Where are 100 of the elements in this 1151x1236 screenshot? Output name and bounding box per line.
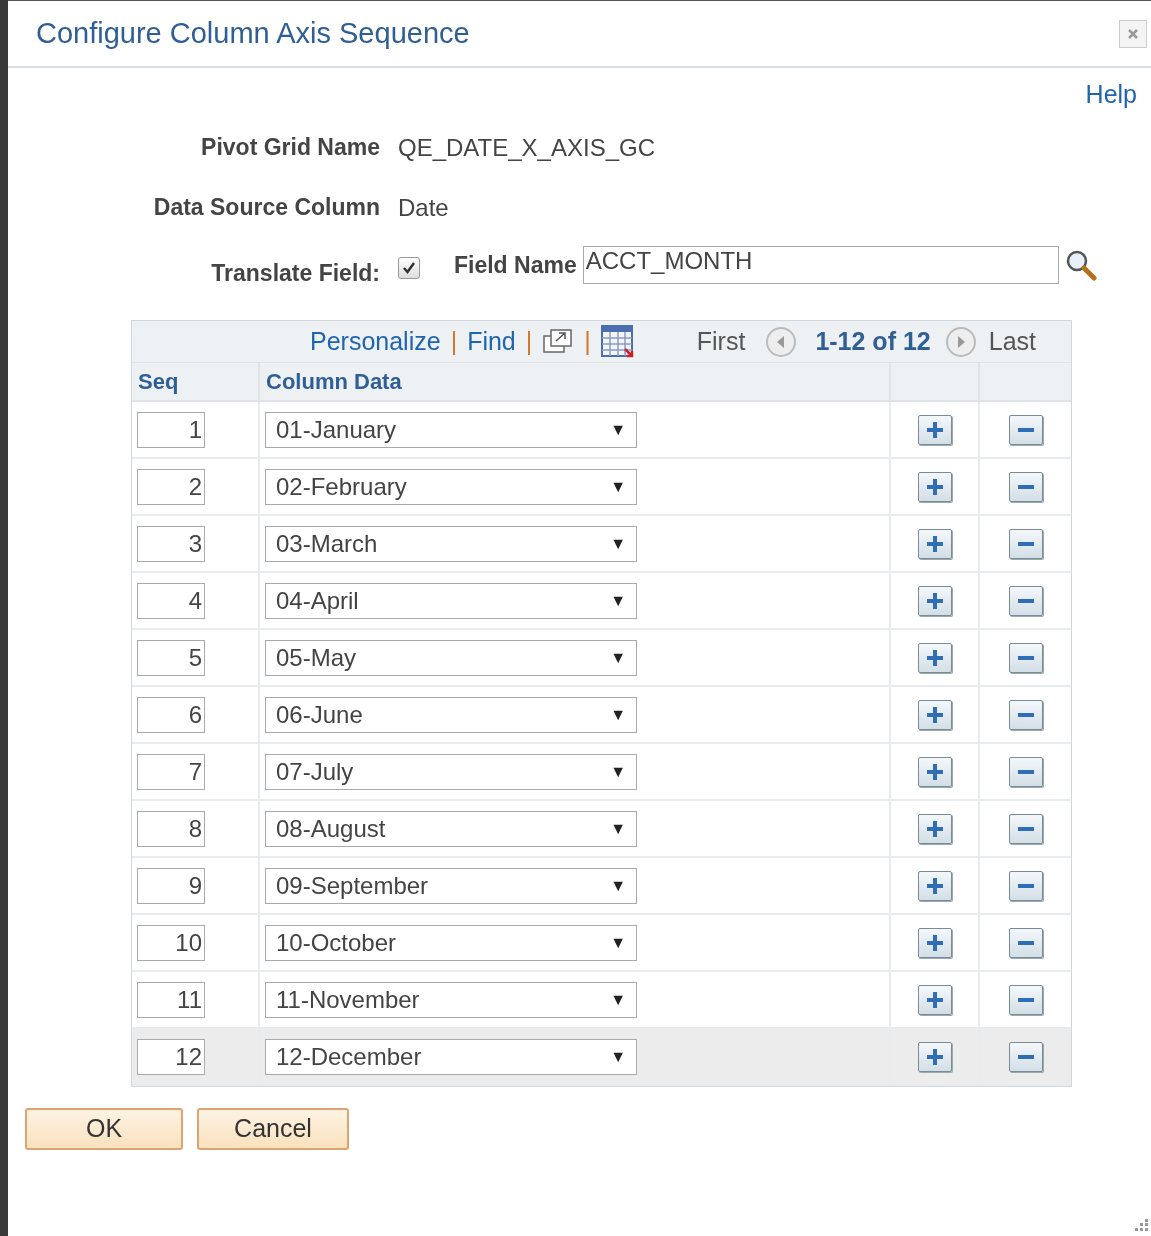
add-row-button[interactable] — [917, 870, 952, 901]
seq-input[interactable]: 5 — [137, 639, 205, 676]
checkmark-icon — [402, 260, 416, 275]
column-data-dropdown[interactable]: 09-September ▼ — [265, 867, 637, 904]
dialog-title: Configure Column Axis Sequence — [36, 15, 470, 51]
table-row[interactable]: 1 01-January ▼ — [132, 402, 1071, 459]
seq-input[interactable]: 9 — [137, 867, 205, 904]
field-label: Pivot Grid Name — [200, 133, 380, 163]
minus-icon — [1016, 768, 1035, 775]
help-link[interactable]: Help — [1085, 76, 1137, 114]
seq-input[interactable]: 3 — [137, 525, 205, 562]
minus-icon — [1016, 597, 1035, 604]
add-row-button[interactable] — [917, 528, 952, 559]
table-row[interactable]: 10 10-October ▼ — [132, 915, 1071, 972]
delete-row-button[interactable] — [1008, 984, 1043, 1015]
add-row-button[interactable] — [917, 1041, 952, 1072]
delete-row-button[interactable] — [1008, 585, 1043, 616]
seq-input[interactable]: 4 — [137, 582, 205, 619]
plus-icon — [925, 762, 944, 781]
personalize-link[interactable]: Personalize — [310, 322, 441, 361]
column-header: Seq — [138, 368, 179, 396]
new-window-icon[interactable] — [542, 327, 575, 356]
close-icon — [1127, 27, 1139, 40]
delete-row-button[interactable] — [1008, 471, 1043, 502]
ok-button[interactable]: OK — [25, 1108, 183, 1150]
column-data-dropdown[interactable]: 06-June ▼ — [265, 696, 637, 733]
delete-row-button[interactable] — [1008, 870, 1043, 901]
column-data-dropdown[interactable]: 07-July ▼ — [265, 753, 637, 790]
column-data-dropdown[interactable]: 04-April ▼ — [265, 582, 637, 619]
table-row[interactable]: 3 03-March ▼ — [132, 516, 1071, 573]
plus-icon — [925, 876, 944, 895]
add-row-button[interactable] — [917, 471, 952, 502]
seq-input[interactable]: 8 — [137, 810, 205, 847]
minus-icon — [1016, 426, 1035, 433]
seq-input[interactable]: 6 — [137, 696, 205, 733]
seq-input[interactable]: 7 — [137, 753, 205, 790]
field-name-input[interactable]: ACCT_MONTH — [582, 245, 1059, 284]
column-data-dropdown[interactable]: 10-October ▼ — [265, 924, 637, 961]
column-data-dropdown[interactable]: 03-March ▼ — [265, 525, 637, 562]
close-button[interactable] — [1119, 19, 1147, 48]
plus-icon — [925, 1047, 944, 1066]
plus-icon — [925, 477, 944, 496]
column-data-dropdown[interactable]: 11-November ▼ — [265, 981, 637, 1018]
plus-icon — [925, 534, 944, 553]
field-value: QE_DATE_X_AXIS_GC — [398, 132, 656, 163]
plus-icon — [925, 705, 944, 724]
add-row-button[interactable] — [917, 813, 952, 844]
separator: | — [584, 325, 591, 357]
delete-row-button[interactable] — [1008, 414, 1043, 445]
translate-checkbox[interactable] — [398, 256, 420, 279]
column-data-dropdown[interactable]: 12-December ▼ — [265, 1038, 637, 1075]
add-row-button[interactable] — [917, 414, 952, 445]
column-data-dropdown[interactable]: 01-January ▼ — [265, 411, 637, 448]
table-row[interactable]: 5 05-May ▼ — [132, 630, 1071, 687]
plus-icon — [925, 591, 944, 610]
table-row[interactable]: 8 08-August ▼ — [132, 801, 1071, 858]
row-range: 1-12 of 12 — [815, 325, 931, 357]
field-label: Field Name — [454, 250, 577, 280]
add-row-button[interactable] — [917, 642, 952, 673]
seq-input[interactable]: 2 — [137, 468, 205, 505]
find-link[interactable]: Find — [467, 322, 516, 361]
seq-input[interactable]: 10 — [137, 924, 205, 961]
minus-icon — [1016, 654, 1035, 661]
column-data-dropdown[interactable]: 08-August ▼ — [265, 810, 637, 847]
add-row-button[interactable] — [917, 984, 952, 1015]
table-row[interactable]: 2 02-February ▼ — [132, 459, 1071, 516]
table-row[interactable]: 4 04-April ▼ — [132, 573, 1071, 630]
add-row-button[interactable] — [917, 927, 952, 958]
delete-row-button[interactable] — [1008, 642, 1043, 673]
cancel-button[interactable]: Cancel — [197, 1108, 349, 1150]
spreadsheet-icon[interactable] — [600, 324, 635, 359]
minus-icon — [1016, 939, 1035, 946]
delete-row-button[interactable] — [1008, 813, 1043, 844]
field-label: Translate Field: — [210, 258, 380, 288]
plus-icon — [925, 933, 944, 952]
table-row[interactable]: 7 07-July ▼ — [132, 744, 1071, 801]
seq-input[interactable]: 11 — [137, 981, 205, 1018]
plus-icon — [925, 420, 944, 439]
search-icon[interactable] — [1064, 248, 1097, 281]
plus-icon — [925, 648, 944, 667]
column-data-dropdown[interactable]: 02-February ▼ — [265, 468, 637, 505]
field-label: Data Source Column — [152, 193, 380, 223]
last-label: Last — [988, 325, 1036, 357]
delete-row-button[interactable] — [1008, 756, 1043, 787]
add-row-button[interactable] — [917, 585, 952, 616]
add-row-button[interactable] — [917, 699, 952, 730]
add-row-button[interactable] — [917, 756, 952, 787]
table-row[interactable]: 12 12-December ▼ — [132, 1029, 1071, 1086]
delete-row-button[interactable] — [1008, 927, 1043, 958]
delete-row-button[interactable] — [1008, 1041, 1043, 1072]
separator: | — [450, 325, 458, 357]
field-value: Date — [398, 192, 450, 223]
seq-input[interactable]: 1 — [137, 411, 205, 448]
delete-row-button[interactable] — [1008, 528, 1043, 559]
table-row[interactable]: 11 11-November ▼ — [132, 972, 1071, 1029]
column-data-dropdown[interactable]: 05-May ▼ — [265, 639, 637, 676]
table-row[interactable]: 6 06-June ▼ — [132, 687, 1071, 744]
table-row[interactable]: 9 09-September ▼ — [132, 858, 1071, 915]
seq-input[interactable]: 12 — [137, 1038, 205, 1075]
delete-row-button[interactable] — [1008, 699, 1043, 730]
